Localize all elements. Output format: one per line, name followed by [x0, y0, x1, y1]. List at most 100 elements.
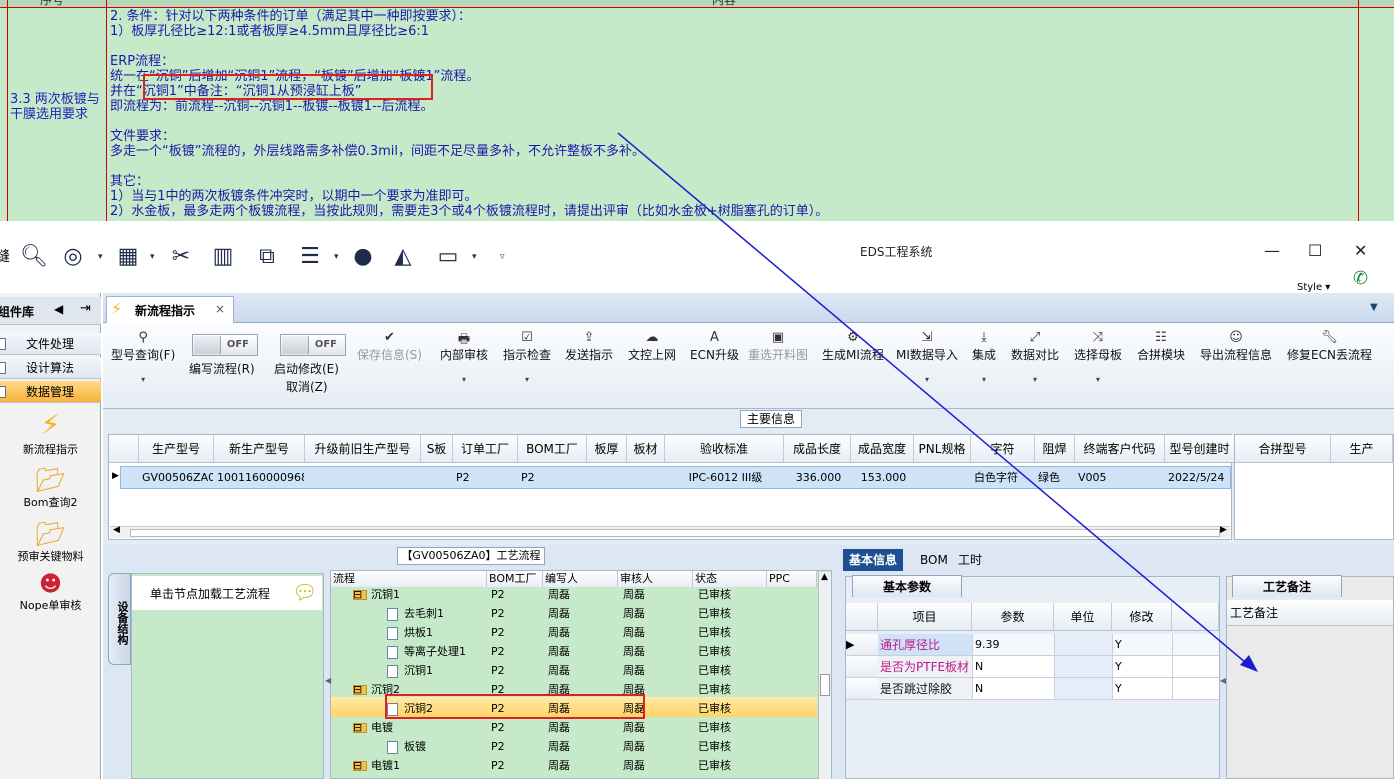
shortcut-material[interactable]: 📂︎ 预审关键物料	[0, 520, 101, 564]
user-icon[interactable]: ●	[350, 244, 376, 270]
col-header[interactable]: 阻焊	[1035, 435, 1075, 463]
ribbon-button[interactable]: ⤓ 集成 ▾	[972, 330, 996, 384]
col-header[interactable]: PNL规格	[914, 435, 971, 463]
edit-flow-toggle[interactable]: OFF	[192, 334, 258, 356]
col-production[interactable]: 生产	[1331, 435, 1393, 463]
scrollbar-thumb[interactable]	[820, 674, 830, 696]
ribbon-button[interactable]: ⤨ 选择母板 ▾	[1074, 330, 1122, 384]
ribbon-button[interactable]: 🖶︎ 内部审核 ▾	[440, 330, 488, 384]
col-header[interactable]: 升级前旧生产型号	[305, 435, 421, 463]
ribbon-button[interactable]: ⤢ 数据对比 ▾	[1011, 330, 1059, 384]
chevron-left-icon[interactable]: ◀	[54, 302, 63, 316]
col-header[interactable]: 字符	[971, 435, 1035, 463]
tree-row[interactable]: ⊟ 电镀1 P2 周磊 周磊 已审核	[331, 756, 817, 775]
style-menu[interactable]: Style ▾	[1297, 282, 1330, 293]
shortcut-nope[interactable]: ☻ Nope单审核	[0, 572, 101, 613]
horizontal-scrollbar[interactable]: ◀ ▶	[110, 525, 1230, 538]
ribbon-button[interactable]: 🔧︎ 修复ECN丢流程	[1287, 330, 1372, 363]
col-modify[interactable]: 修改	[1112, 603, 1172, 631]
search-model-button[interactable]: ⚲ 型号查询(F) ▾	[111, 330, 175, 384]
tab-bom[interactable]: BOM	[914, 549, 954, 571]
modify-toggle[interactable]: OFF	[280, 334, 346, 356]
phone-icon[interactable]: ✆	[1353, 268, 1368, 289]
collapse-toggle-icon[interactable]: ⊟	[353, 718, 362, 737]
shortcut-bom[interactable]: 📂︎ Bom查询2	[0, 466, 101, 510]
col-header[interactable]: 板材	[627, 435, 665, 463]
scissors-icon[interactable]: ✂	[168, 244, 194, 270]
tab-menu-icon[interactable]: ▼	[1370, 302, 1378, 313]
dropdown-arrow-icon[interactable]: ▾	[150, 252, 155, 262]
scroll-up-icon[interactable]: ▲	[821, 572, 828, 582]
tree-row[interactable]: ⊟ 电镀 P2 周磊 周磊 已审核	[331, 718, 817, 737]
ribbon-button[interactable]: ☁ 文控上网	[628, 330, 676, 363]
lifebuoy-icon[interactable]: ◎	[60, 244, 86, 270]
param-modify[interactable]: Y	[1112, 634, 1172, 656]
tab-basic-params[interactable]: 基本参数	[852, 575, 962, 597]
scroll-right-icon[interactable]: ▶	[1220, 525, 1227, 535]
collapse-toggle-icon[interactable]: ⊟	[353, 585, 362, 604]
ribbon-button[interactable]: ⇪ 发送指示	[565, 330, 613, 363]
col-header[interactable]: 板厚	[587, 435, 627, 463]
tab-worktime[interactable]: 工时	[952, 549, 988, 571]
grid-icon[interactable]: ▦	[115, 244, 141, 270]
pin-icon[interactable]: ⇥	[80, 301, 91, 316]
maximize-button[interactable]: ☐	[1308, 241, 1322, 260]
dropdown-arrow-icon[interactable]: ▾	[472, 252, 477, 262]
col-header[interactable]: S板	[421, 435, 453, 463]
sidebar-item-file[interactable]: 文件处理	[0, 333, 101, 355]
param-value[interactable]: N	[972, 678, 1054, 700]
scroll-left-icon[interactable]: ◀	[113, 525, 120, 535]
tab-basic-info[interactable]: 基本信息	[843, 549, 904, 571]
splitter-icon[interactable]: ◀	[325, 676, 331, 685]
minimize-button[interactable]: —	[1264, 241, 1280, 260]
col-header[interactable]: 验收标准	[665, 435, 784, 463]
col-header[interactable]: 订单工厂	[453, 435, 518, 463]
cancel-button[interactable]: 取消(Z)	[286, 378, 328, 395]
tab-new-flow[interactable]: ⚡ 新流程指示 ×	[106, 296, 234, 323]
sidebar-item-algorithm[interactable]: 设计算法	[0, 357, 101, 379]
chart-icon[interactable]: ◭	[390, 244, 416, 270]
param-value[interactable]: N	[972, 656, 1054, 678]
col-header[interactable]: 终端客户代码	[1075, 435, 1165, 463]
equipment-structure-tab[interactable]: 设备结构	[108, 573, 131, 665]
col-unit[interactable]: 单位	[1054, 603, 1112, 631]
col-param[interactable]: 参数	[972, 603, 1054, 631]
tab-process-note[interactable]: 工艺备注	[1232, 575, 1342, 597]
tree-row[interactable]: 等离子处理1 P2 周磊 周磊 已审核	[331, 642, 817, 661]
collapse-toggle-icon[interactable]: ⊟	[353, 756, 362, 775]
param-modify[interactable]: Y	[1112, 678, 1172, 700]
col-header[interactable]: 型号创建时	[1165, 435, 1235, 463]
tree-row[interactable]: 烘板1 P2 周磊 周磊 已审核	[331, 623, 817, 642]
ribbon-button[interactable]: ⇲ MI数据导入 ▾	[896, 330, 958, 384]
col-header[interactable]: 成品长度	[784, 435, 851, 463]
copy-icon[interactable]: ⧉	[254, 244, 280, 270]
tree-row[interactable]: 板镀 P2 周磊 周磊 已审核	[331, 737, 817, 756]
save-button[interactable]: ✔ 保存信息(S)	[357, 330, 422, 363]
col-header[interactable]: 成品宽度	[851, 435, 914, 463]
col-header[interactable]: 生产型号	[139, 435, 214, 463]
ribbon-button[interactable]: ☷ 合拼模块	[1137, 330, 1185, 363]
col-header[interactable]: BOM工厂	[518, 435, 587, 463]
film-icon[interactable]: ▥	[210, 244, 236, 270]
search-icon[interactable]: 🔍︎	[20, 244, 48, 270]
shortcut-new-flow[interactable]: ⚡ 新流程指示	[0, 408, 101, 457]
col-merge-model[interactable]: 合拼型号	[1235, 435, 1331, 463]
collapse-toggle-icon[interactable]: ⊟	[353, 680, 362, 699]
tree-row[interactable]: ⊟ 沉铜1 P2 周磊 周磊 已审核	[331, 585, 817, 604]
vertical-scrollbar[interactable]: ▲	[818, 572, 831, 779]
monitor-icon[interactable]: ▭	[435, 244, 461, 270]
list-icon[interactable]: ☰	[297, 244, 323, 270]
scrollbar-thumb[interactable]	[130, 529, 1220, 537]
ribbon-button[interactable]: ☑ 指示检查 ▾	[503, 330, 551, 384]
param-modify[interactable]: Y	[1112, 656, 1172, 678]
tree-row[interactable]: 沉铜1 P2 周磊 周磊 已审核	[331, 661, 817, 680]
tree-row[interactable]: 去毛刺1 P2 周磊 周磊 已审核	[331, 604, 817, 623]
param-value[interactable]: 9.39	[972, 634, 1054, 656]
customize-toolbar-icon[interactable]: ▿	[500, 252, 505, 262]
ribbon-button[interactable]: ⚙ 生成MI流程	[822, 330, 884, 363]
col-item[interactable]: 项目	[878, 603, 972, 631]
close-button[interactable]: ✕	[1354, 241, 1367, 260]
ribbon-button[interactable]: ▣ 重选开料图	[748, 330, 808, 363]
tab-close-icon[interactable]: ×	[215, 302, 225, 316]
dropdown-arrow-icon[interactable]: ▾	[334, 252, 339, 262]
